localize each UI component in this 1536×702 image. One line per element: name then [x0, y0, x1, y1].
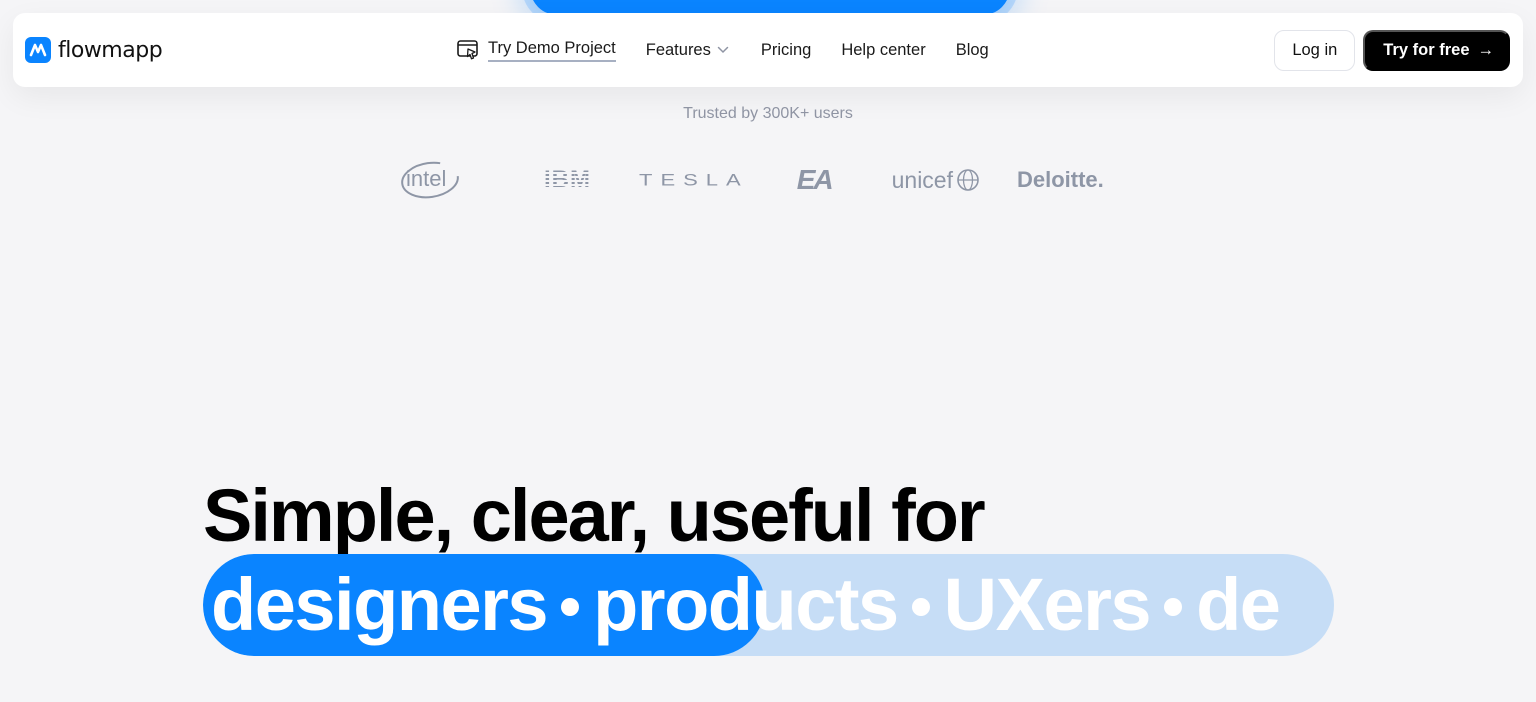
login-button[interactable]: Log in	[1274, 30, 1356, 71]
navbar: flowmapp Try Demo Project Features Prici…	[13, 13, 1523, 87]
brand-logos: intel IBM TESLA EA unicef Deloitte.	[400, 155, 1104, 205]
auth-buttons: Log in Try for free →	[1274, 30, 1510, 71]
features-label: Features	[645, 40, 711, 59]
logo-text: flowmapp	[58, 37, 163, 63]
logo-icon	[25, 37, 51, 63]
unicef-logo: unicef	[892, 167, 981, 194]
globe-icon	[957, 169, 979, 191]
hero-headline: Simple, clear, useful for	[203, 474, 986, 557]
nav-links: Try Demo Project Features Pricing Help c…	[456, 13, 989, 87]
logo[interactable]: flowmapp	[25, 37, 163, 63]
intel-logo: intel	[400, 158, 470, 202]
features-dropdown[interactable]: Features	[646, 41, 729, 60]
try-for-free-button[interactable]: Try for free →	[1363, 30, 1510, 71]
separator-dot	[561, 598, 580, 616]
ticker-word: products	[593, 563, 899, 646]
rotating-audience-ticker: designers products UXers de	[203, 554, 1334, 656]
ticker-word: UXers	[943, 563, 1152, 646]
ticker-text: designers products UXers de	[211, 558, 1281, 652]
ea-logo: EA	[796, 164, 834, 195]
pricing-link[interactable]: Pricing	[761, 41, 811, 60]
try-demo-link[interactable]: Try Demo Project	[456, 39, 616, 62]
ibm-logo: IBM	[544, 166, 591, 193]
cursor-window-icon	[457, 40, 478, 60]
ticker-word: designers	[211, 563, 549, 646]
trusted-by-text: Trusted by 300K+ users	[683, 105, 853, 122]
arrow-right-icon: →	[1477, 41, 1495, 59]
chevron-down-icon	[717, 46, 729, 54]
ticker-word: de	[1196, 563, 1281, 646]
deloitte-logo: Deloitte.	[1016, 167, 1104, 192]
try-for-free-label: Try for free	[1383, 41, 1470, 59]
tesla-logo: TESLA	[639, 170, 749, 189]
separator-dot	[911, 598, 930, 616]
unicef-logo-text: unicef	[891, 166, 953, 193]
intel-logo-text: intel	[406, 166, 447, 191]
separator-dot	[1164, 598, 1183, 616]
blog-link[interactable]: Blog	[956, 41, 989, 60]
try-demo-label: Try Demo Project	[488, 39, 616, 62]
help-center-link[interactable]: Help center	[841, 41, 925, 60]
